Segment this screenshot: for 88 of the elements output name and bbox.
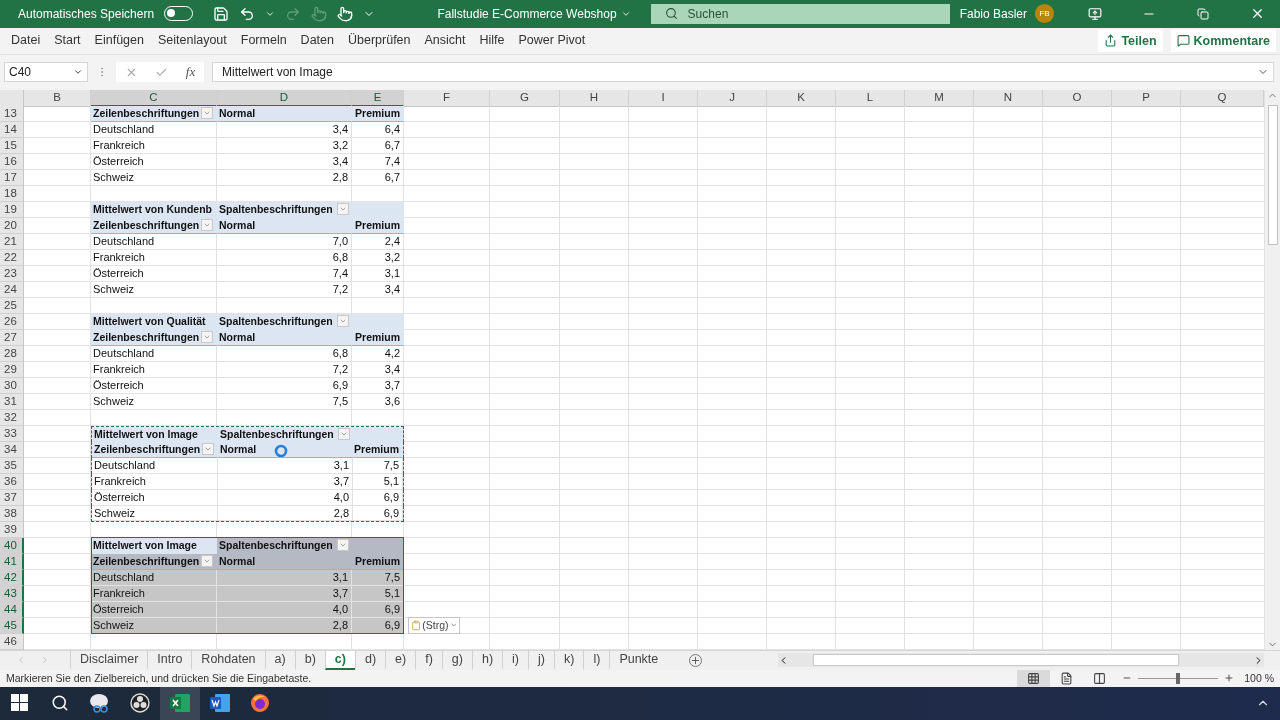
- table-cell: Mittelwert von Kundenb: [91, 202, 217, 218]
- clipboard-icon: [411, 620, 422, 631]
- table-cell: Spaltenbeschriftungen: [219, 203, 333, 216]
- ribbon-tab[interactable]: Start: [47, 28, 88, 54]
- filter-button[interactable]: [201, 107, 213, 120]
- sheet-tab[interactable]: i): [502, 651, 529, 670]
- document-app-icon: [210, 694, 230, 713]
- search-field[interactable]: Suchen: [650, 3, 950, 24]
- caret-icon: [339, 430, 348, 438]
- scrollbar-thumb[interactable]: [813, 654, 1179, 667]
- search-icon: [51, 694, 69, 713]
- sheet-tab[interactable]: a): [264, 651, 295, 670]
- sheet-tab[interactable]: Rohdaten: [191, 651, 265, 670]
- spreadsheet-app-icon: [170, 694, 190, 713]
- ribbon-tab[interactable]: Hilfe: [472, 28, 512, 54]
- save-icon[interactable]: [213, 5, 230, 22]
- sheet-tab[interactable]: Punkte: [609, 651, 668, 670]
- search-icon: [664, 7, 678, 21]
- table-cell: Spaltenbeschriftungen: [219, 539, 333, 552]
- filter-button[interactable]: [336, 203, 349, 216]
- grid-icon: [1027, 672, 1041, 685]
- windows-icon: [11, 694, 29, 713]
- filter-button[interactable]: [201, 219, 213, 232]
- sheet-tab[interactable]: e): [385, 651, 416, 670]
- status-message: Markieren Sie den Zielbereich, und drücken Sie die Eingabetaste.: [6, 672, 312, 685]
- page-icon: [1060, 672, 1074, 685]
- autosave-label: Automatisches Speichern: [18, 6, 155, 21]
- document-title: Fallstudie E-Commerce Webshop: [437, 6, 617, 21]
- insert-function-button[interactable]: fx: [185, 64, 196, 81]
- table-cell: Spaltenbeschriftungen: [219, 315, 333, 328]
- filter-button[interactable]: [336, 539, 349, 552]
- ribbon-tab[interactable]: Power Pivot: [511, 28, 593, 54]
- hand-icon[interactable]: [311, 5, 328, 22]
- filter-button[interactable]: [336, 315, 349, 328]
- table-cell: Mittelwert von Image: [92, 427, 218, 442]
- zoom-slider-thumb[interactable]: [1176, 673, 1181, 684]
- filter-button[interactable]: [337, 428, 350, 440]
- table-cell: Zeilenbeschriftungen: [93, 555, 200, 568]
- table-cell: Mittelwert von Qualität: [91, 314, 217, 330]
- caret-icon: [449, 621, 457, 630]
- ribbon-tab[interactable]: Formeln: [233, 28, 294, 54]
- sheet-tab[interactable]: Intro: [147, 651, 192, 670]
- sheet-tab[interactable]: h): [471, 651, 503, 670]
- sheet-tab[interactable]: f): [415, 651, 442, 670]
- comment-icon: [1176, 34, 1190, 48]
- scrollbar-thumb[interactable]: [1267, 105, 1278, 245]
- sheet-tab[interactable]: b): [294, 651, 325, 670]
- filter-button[interactable]: [201, 555, 213, 568]
- horizontal-scrollbar[interactable]: [778, 653, 1264, 668]
- sheet-tab[interactable]: c): [324, 651, 355, 670]
- scissors-icon: [89, 693, 111, 714]
- table-cell: Zeilenbeschriftungen: [93, 331, 200, 344]
- share-icon: [1104, 34, 1118, 48]
- user-name: Fabio Basler: [959, 6, 1027, 21]
- undo-icon[interactable]: [239, 5, 256, 22]
- ribbon-tab[interactable]: Ansicht: [417, 28, 473, 54]
- filter-button[interactable]: [202, 443, 214, 456]
- ribbon-tab[interactable]: Überprüfen: [340, 28, 418, 54]
- sheet-tab[interactable]: k): [554, 651, 584, 670]
- page-break-icon: [1093, 672, 1107, 685]
- sheet-tab[interactable]: j): [528, 651, 554, 670]
- filter-button[interactable]: [201, 331, 213, 344]
- formula-field[interactable]: Mittelwert von Image: [212, 62, 1274, 83]
- sheet-tab[interactable]: g): [441, 651, 472, 670]
- table-cell: Zeilenbeschriftungen: [93, 219, 200, 232]
- ribbon-tab[interactable]: Seitenlayout: [150, 28, 234, 54]
- sheet-tab[interactable]: Disclaimer: [70, 651, 148, 670]
- busy-cursor-icon: [274, 444, 288, 458]
- zoom-in-icon[interactable]: [1224, 673, 1235, 684]
- zoom-level[interactable]: 100 %: [1244, 672, 1274, 685]
- ribbon-tab[interactable]: Einfügen: [87, 28, 151, 54]
- restore-icon[interactable]: [1197, 7, 1209, 20]
- sheet-tab[interactable]: d): [354, 651, 386, 670]
- ribbon-tab[interactable]: Datei: [4, 28, 48, 54]
- comments-button[interactable]: Kommentare: [1170, 30, 1276, 52]
- ribbon-tab[interactable]: Daten: [293, 28, 341, 54]
- touch-icon[interactable]: [337, 5, 354, 22]
- table-cell: Spaltenbeschriftungen: [220, 428, 334, 440]
- plus-icon: [690, 655, 702, 666]
- sheet-tab[interactable]: l): [583, 651, 610, 670]
- table-cell: Zeilenbeschriftungen: [94, 443, 201, 456]
- recorder-icon: [130, 693, 150, 714]
- ribbon-display-icon[interactable]: [1088, 6, 1102, 21]
- table-cell: Zeilenbeschriftungen: [93, 107, 200, 120]
- share-button[interactable]: Teilen: [1098, 30, 1163, 52]
- name-box[interactable]: C40: [4, 62, 88, 83]
- redo-icon[interactable]: [285, 5, 302, 22]
- browser-icon: [250, 693, 270, 714]
